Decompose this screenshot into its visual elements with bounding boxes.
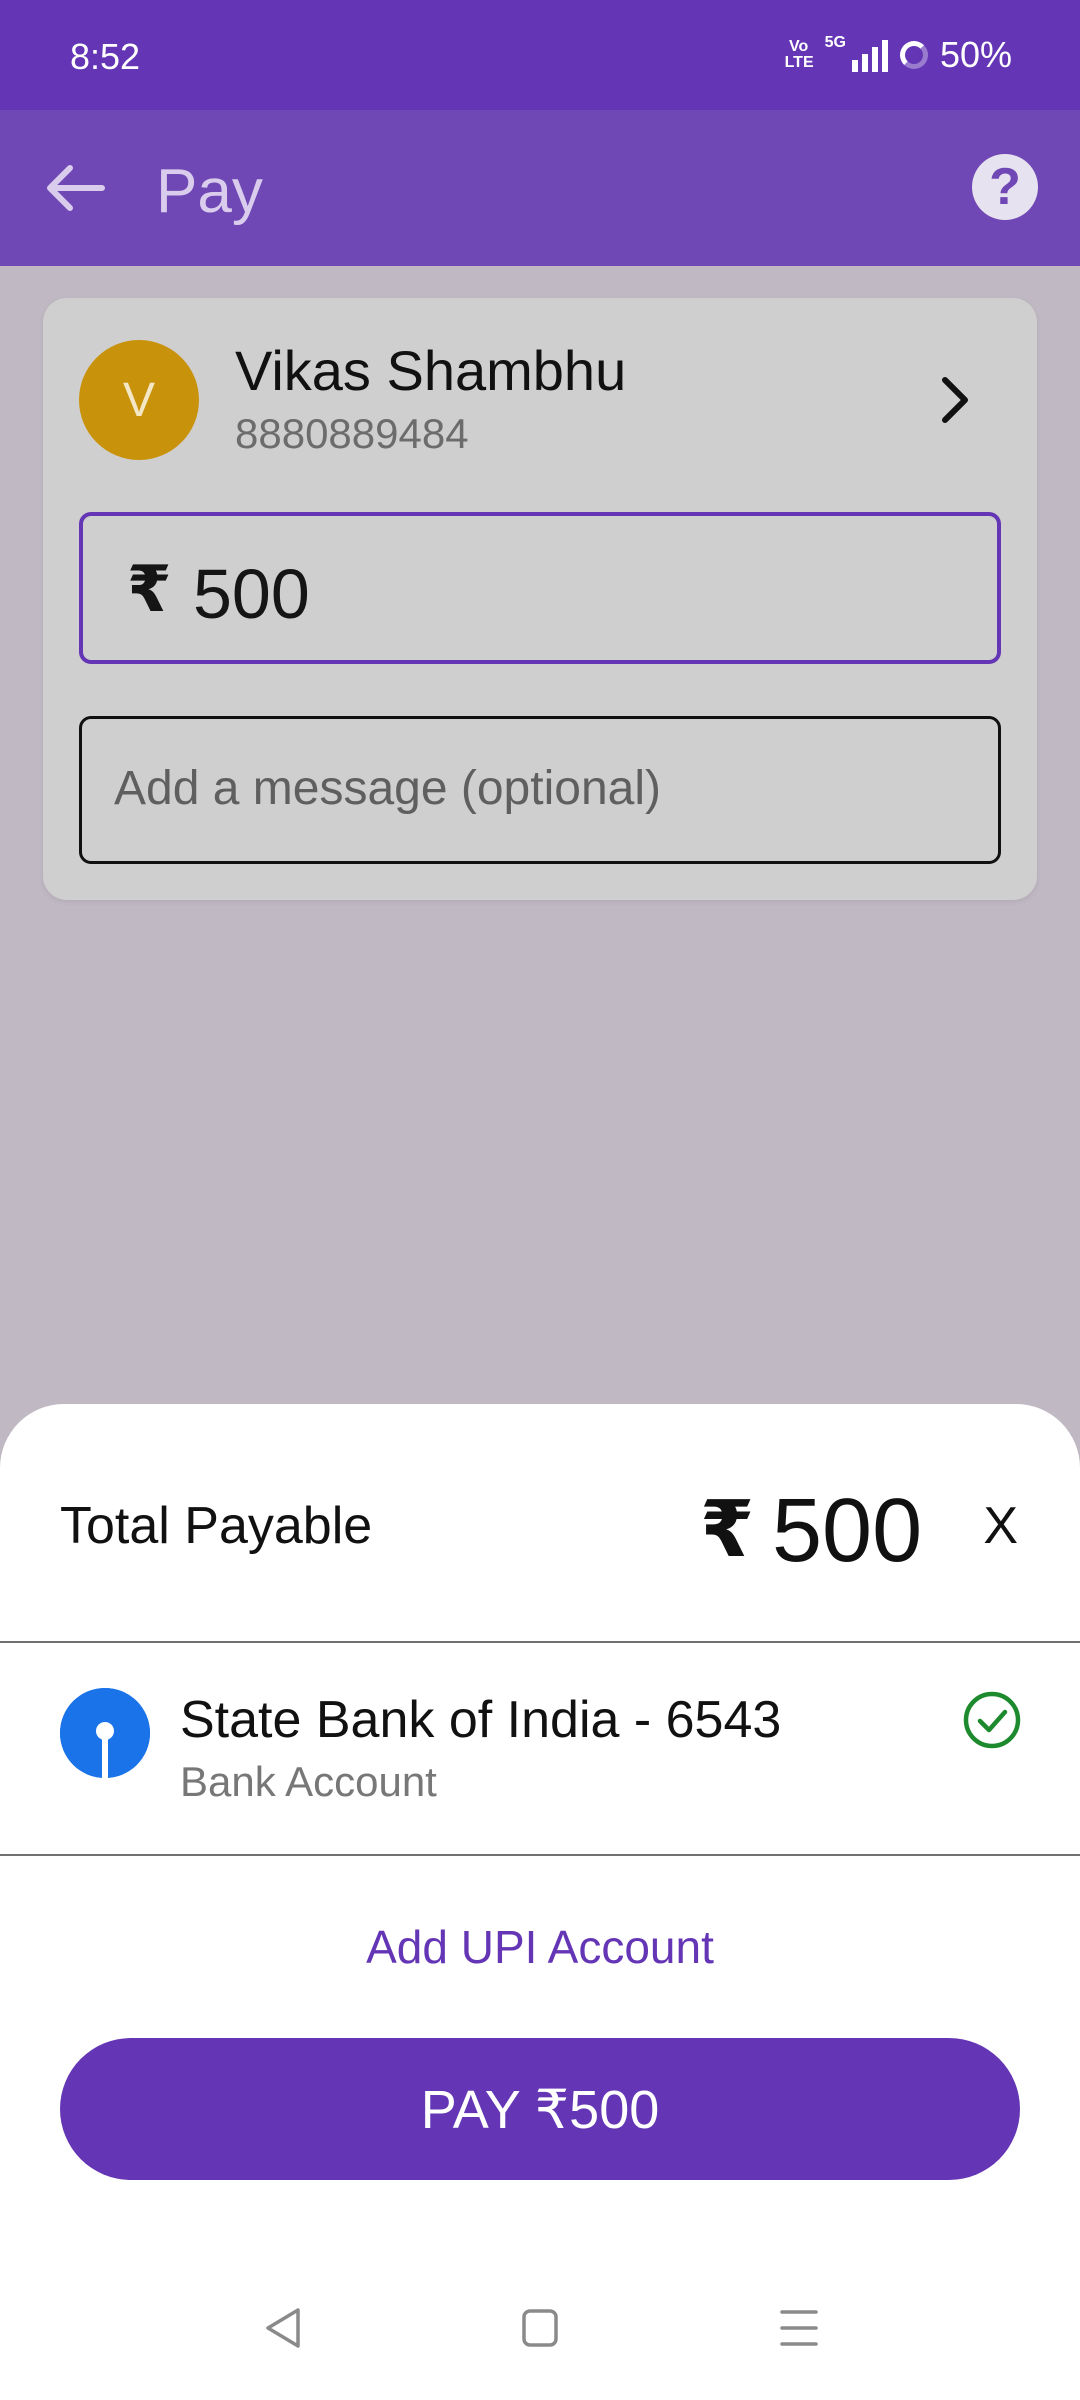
payment-card: V Vikas Shambhu 8880889484 ₹ 500 xyxy=(43,298,1037,900)
message-input[interactable] xyxy=(114,761,974,816)
amount-field[interactable]: ₹ 500 xyxy=(79,512,1001,664)
rupee-symbol: ₹ xyxy=(127,553,172,625)
bank-account-type: Bank Account xyxy=(180,1758,437,1805)
close-button[interactable]: X xyxy=(983,1496,1018,1556)
payment-bottom-sheet: Total Payable ₹ 500 X State Bank of Indi… xyxy=(0,1404,1080,2400)
message-field-container[interactable] xyxy=(79,716,1001,864)
question-mark-icon[interactable]: ? xyxy=(972,154,1038,220)
chevron-right-icon[interactable] xyxy=(935,372,975,428)
total-payable-label: Total Payable xyxy=(60,1497,373,1555)
network-type: 5G xyxy=(824,34,846,51)
status-icons: Vo LTE 5G 50% xyxy=(785,34,1012,76)
status-bar: 8:52 Vo LTE 5G 50% xyxy=(0,0,1080,110)
nav-home-icon[interactable] xyxy=(520,2306,560,2350)
amount-value[interactable]: 500 xyxy=(193,554,310,634)
arrow-left-icon[interactable] xyxy=(40,160,110,216)
nav-back-icon[interactable] xyxy=(262,2306,304,2350)
battery-percent: 50% xyxy=(939,34,1012,75)
pay-button[interactable]: PAY ₹500 xyxy=(60,2038,1020,2180)
payee-name[interactable]: Vikas Shambhu xyxy=(235,338,626,403)
total-amount: 500 xyxy=(772,1481,923,1581)
battery-icon xyxy=(899,41,928,69)
bank-account-name[interactable]: State Bank of India - 6543 xyxy=(180,1690,781,1750)
avatar[interactable]: V xyxy=(79,340,199,460)
page-title: Pay xyxy=(156,157,263,226)
status-time: 8:52 xyxy=(70,36,141,77)
volte-indicator: Vo LTE xyxy=(784,38,814,71)
sbi-logo-icon xyxy=(60,1688,150,1778)
payee-phone: 8880889484 xyxy=(235,410,469,457)
signal-icon xyxy=(851,38,888,72)
divider xyxy=(0,1641,1080,1643)
app-bar: Pay ? xyxy=(0,110,1080,266)
add-upi-account-link[interactable]: Add UPI Account xyxy=(0,1920,1080,1974)
total-rupee-symbol: ₹ xyxy=(700,1485,755,1573)
nav-menu-icon[interactable] xyxy=(778,2306,820,2350)
check-circle-icon[interactable] xyxy=(962,1690,1022,1750)
divider xyxy=(0,1854,1080,1856)
